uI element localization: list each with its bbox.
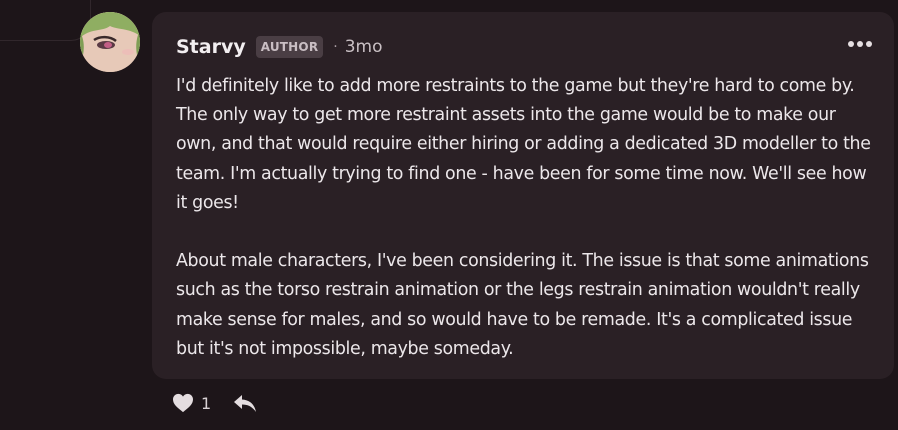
comment-card: Starvy AUTHOR · 3mo I'd definitely like … [152,12,894,379]
avatar-image [80,12,140,72]
like-count: 1 [201,393,212,413]
comment-actions: 1 [172,393,257,413]
author-name[interactable]: Starvy [176,36,246,58]
more-options-button[interactable] [848,41,872,47]
separator-dot: · [333,39,338,55]
timestamp[interactable]: 3mo [345,37,383,57]
author-badge: AUTHOR [255,36,324,58]
comment-paragraph: I'd definitely like to add more restrain… [176,76,871,213]
like-button[interactable]: 1 [172,393,211,413]
more-options-icon [848,41,854,47]
heart-icon [173,393,193,413]
comment-header: Starvy AUTHOR · 3mo [176,33,383,61]
comment-paragraph: About male characters, I've been conside… [176,251,869,359]
thread-connector-line [0,0,91,41]
more-options-icon [857,41,863,47]
reply-button[interactable] [233,393,257,413]
reply-arrow-icon [234,395,257,412]
more-options-icon [866,41,872,47]
comment-body: I'd definitely like to add more restrain… [176,72,876,364]
avatar[interactable] [80,12,140,72]
